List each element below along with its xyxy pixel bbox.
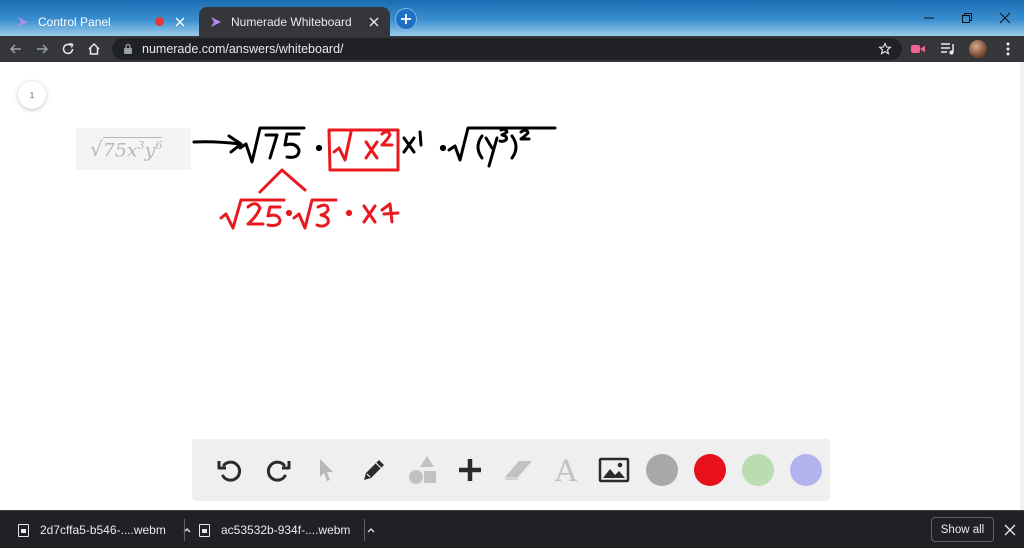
home-icon: [88, 42, 100, 55]
reload-button[interactable]: [58, 39, 78, 59]
minimize-icon: [924, 17, 934, 19]
undo-icon: [217, 460, 242, 482]
bookmark-star-icon[interactable]: [878, 42, 892, 56]
shapes-tool-button[interactable]: [398, 446, 446, 494]
download-item[interactable]: ac53532b-934f-....webm: [199, 511, 376, 548]
extensions-area: [908, 39, 1018, 59]
download-item[interactable]: 2d7cffa5-b546-....webm: [18, 511, 192, 548]
image-tool-button[interactable]: [590, 446, 638, 494]
eraser-tool-button[interactable]: [494, 446, 542, 494]
color-gray-button[interactable]: [638, 446, 686, 494]
add-icon: [459, 459, 481, 481]
close-icon: [999, 12, 1011, 24]
plus-icon: [401, 14, 411, 24]
arrow-right-icon: [37, 44, 49, 54]
restore-button[interactable]: [948, 0, 986, 36]
text-tool-button[interactable]: A: [542, 446, 590, 494]
redo-button[interactable]: [254, 446, 302, 494]
undo-button[interactable]: [206, 446, 254, 494]
restore-icon: [962, 13, 972, 23]
reload-icon: [62, 42, 74, 55]
download-filename: 2d7cffa5-b546-....webm: [40, 523, 166, 537]
pointer-icon: [320, 459, 333, 481]
arrow-left-icon: [9, 44, 21, 54]
divider: [184, 519, 185, 541]
color-green-button[interactable]: [734, 446, 782, 494]
color-swatch-purple: [790, 454, 822, 486]
color-swatch-gray: [646, 454, 678, 486]
home-button[interactable]: [84, 39, 104, 59]
scrollbar[interactable]: [1020, 62, 1024, 512]
tab-control-panel[interactable]: Control Panel: [6, 7, 196, 36]
minimize-button[interactable]: [910, 0, 948, 36]
close-icon[interactable]: [368, 16, 380, 28]
numerade-logo-icon: [18, 16, 28, 27]
file-icon: [18, 523, 29, 537]
redo-icon: [266, 460, 291, 482]
add-button[interactable]: [446, 446, 494, 494]
profile-button[interactable]: [968, 39, 988, 59]
divider: [364, 519, 365, 541]
more-vertical-icon: [1006, 42, 1010, 56]
window-controls: [910, 0, 1024, 36]
new-tab-button[interactable]: [395, 8, 417, 30]
browser-toolbar: numerade.com/answers/whiteboard/: [0, 36, 1024, 62]
text-icon: A: [554, 455, 577, 485]
close-icon[interactable]: [1003, 523, 1017, 537]
color-red-button[interactable]: [686, 446, 734, 494]
numerade-logo-icon: [211, 16, 221, 27]
recording-icon: [155, 17, 164, 26]
tab-numerade-whiteboard[interactable]: Numerade Whiteboard: [199, 7, 390, 36]
close-window-button[interactable]: [986, 0, 1024, 36]
media-controls-button[interactable]: [938, 39, 958, 59]
download-filename: ac53532b-934f-....webm: [221, 523, 351, 537]
select-tool-button[interactable]: [302, 446, 350, 494]
lock-icon: [124, 43, 132, 54]
tab-title: Numerade Whiteboard: [231, 14, 352, 29]
browser-title-bar: Control Panel Numerade Whiteboard: [0, 0, 1024, 36]
file-icon: [199, 523, 210, 537]
color-swatch-red: [694, 454, 726, 486]
playlist-icon: [941, 43, 954, 55]
image-icon: [598, 457, 630, 483]
url-text: numerade.com/answers/whiteboard/: [142, 42, 344, 56]
tab-title: Control Panel: [38, 14, 111, 29]
close-icon[interactable]: [174, 16, 186, 28]
drawing-toolbar: A: [192, 439, 830, 501]
eraser-icon: [505, 461, 532, 480]
pencil-icon: [364, 460, 384, 480]
color-swatch-green: [742, 454, 774, 486]
menu-button[interactable]: [998, 39, 1018, 59]
pencil-tool-button[interactable]: [350, 446, 398, 494]
shapes-icon: [409, 456, 436, 484]
back-button[interactable]: [6, 39, 26, 59]
chevron-up-icon[interactable]: [366, 525, 376, 535]
record-extension-button[interactable]: [908, 39, 928, 59]
video-camera-icon: [911, 45, 925, 53]
forward-button[interactable]: [32, 39, 52, 59]
color-purple-button[interactable]: [782, 446, 830, 494]
address-bar[interactable]: numerade.com/answers/whiteboard/: [112, 38, 902, 60]
avatar: [969, 40, 987, 58]
show-all-button[interactable]: Show all: [931, 517, 994, 542]
download-shelf: 2d7cffa5-b546-....webm ac53532b-934f-...…: [0, 510, 1024, 548]
svg-text:A: A: [554, 455, 577, 485]
